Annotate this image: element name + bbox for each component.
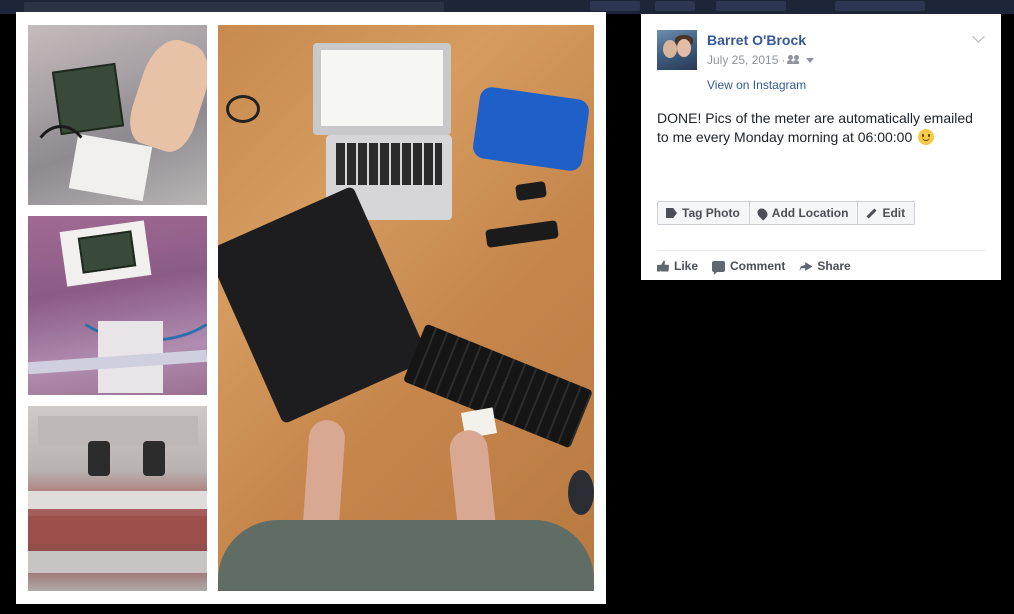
thumbs-up-icon [657,260,669,272]
blue-bag [471,85,591,173]
tag-photo-label: Tag Photo [682,206,740,220]
meter [88,441,110,476]
chevron-down-icon[interactable] [972,30,985,43]
edit-button[interactable]: Edit [857,201,916,225]
edit-label: Edit [882,206,906,220]
meter [143,441,165,476]
hand [122,32,207,158]
like-button[interactable]: Like [657,259,698,273]
background-nav-item [655,1,695,11]
insulated-pipe [28,551,207,573]
comment-label: Comment [730,259,786,273]
photo-cell-pipes [28,406,207,591]
share-label: Share [817,259,851,273]
share-button[interactable]: Share [799,259,851,273]
photo-cell-workspace [218,25,594,591]
photo-viewer[interactable] [16,12,606,604]
post-text: DONE! Pics of the meter are automaticall… [657,109,987,147]
background-nav-item [590,1,640,11]
mount-bracket [38,416,198,446]
black-laptop [218,185,430,425]
tag-photo-button[interactable]: Tag Photo [657,201,750,225]
comment-icon [712,260,726,275]
author-name[interactable]: Barret O'Brock [707,32,806,48]
comment-button[interactable]: Comment [712,259,786,275]
view-on-instagram-link[interactable]: View on Instagram [707,78,806,92]
shorts [218,520,594,591]
avatar-face [663,40,677,58]
black-keyboard [402,323,594,449]
scissors [226,95,260,123]
post-meta: July 25, 2015 · [707,53,815,67]
usb-device [515,180,547,202]
like-label: Like [674,259,699,273]
insulated-pipe [28,491,207,509]
pencil-icon [867,208,877,218]
feedback-bar: Like Comment Share [657,259,851,275]
photo-cell-mounted-pi [28,216,207,395]
add-location-label: Add Location [771,206,849,220]
background-search-bar [24,2,444,12]
location-pin-icon [755,205,770,221]
friends-icon[interactable] [787,55,800,65]
macbook-keyboard [336,143,442,185]
smile-icon [918,129,935,145]
avatar-face [677,39,691,57]
meta-separator: · [781,53,786,67]
avatar[interactable] [657,30,697,70]
post-info-panel: Barret O'Brock July 25, 2015 · View on I… [641,14,1001,280]
remote-control [485,220,559,248]
background-nav-item [716,1,786,11]
insulated-pipe [28,516,207,544]
add-location-button[interactable]: Add Location [748,201,859,225]
tag-icon [666,208,677,218]
caret-down-icon[interactable] [806,57,815,63]
photo-cell-raspberry-pi [28,25,207,205]
background-nav-item [835,1,925,11]
mouse [568,470,594,515]
photo-actions: Tag Photo Add Location Edit [657,201,916,225]
divider [657,250,985,251]
macbook-screen [321,50,443,126]
share-icon [799,262,813,272]
post-date[interactable]: July 25, 2015 [707,53,778,67]
